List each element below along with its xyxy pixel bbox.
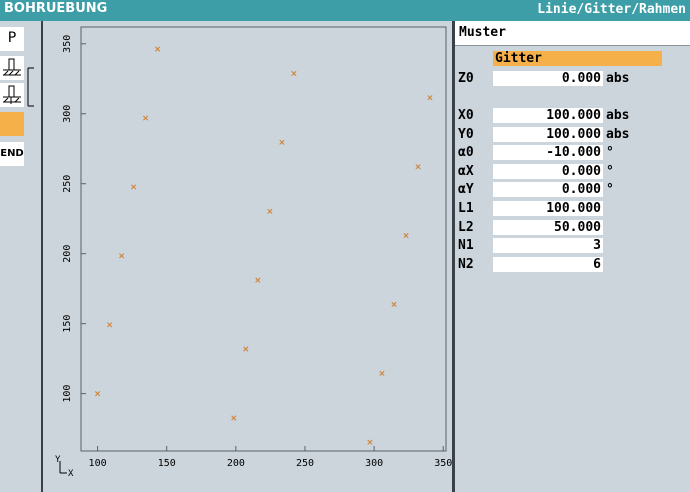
program-end-button[interactable]: END (0, 142, 24, 166)
param-row-z0: Z0 0.000 abs (455, 71, 690, 87)
pattern-block-button[interactable] (0, 112, 24, 136)
param-label: L2 (458, 220, 474, 235)
param-unit: ° (606, 182, 614, 197)
param-value-alpha0[interactable]: -10.000 (493, 145, 603, 160)
y-tick-label: 200 (62, 245, 73, 263)
y-tick-label: 350 (62, 35, 73, 53)
param-value-y0[interactable]: 100.000 (493, 127, 603, 142)
panel-header-divider (455, 45, 690, 46)
param-row-l2: L2 50.000 (455, 220, 690, 236)
param-value-alphax[interactable]: 0.000 (493, 164, 603, 179)
param-row-n2: N2 6 (455, 257, 690, 273)
y-tick-label: 300 (62, 105, 73, 123)
param-value-alphay[interactable]: 0.000 (493, 182, 603, 197)
param-value-x0[interactable]: 100.000 (493, 108, 603, 123)
y-tick-label: 150 (62, 315, 73, 333)
cycle-name: Linie/Gitter/Rahmen (537, 2, 686, 17)
param-row-l1: L1 100.000 (455, 201, 690, 217)
panel-header: Muster (455, 21, 690, 45)
program-header-button[interactable]: P (0, 27, 24, 51)
x-tick-label: 250 (296, 458, 314, 469)
param-label: αY (458, 182, 474, 197)
param-unit[interactable]: abs (606, 127, 629, 143)
param-unit: ° (606, 145, 614, 160)
panel-title: Muster (459, 25, 506, 40)
x-tick-label: 100 (89, 458, 107, 469)
y-tick-label: 250 (62, 175, 73, 193)
x-tick-label: 350 (434, 458, 452, 469)
param-row-alphay: αY 0.000 ° (455, 182, 690, 198)
param-label: Y0 (458, 127, 474, 142)
param-value-l2[interactable]: 50.000 (493, 220, 603, 235)
plot-frame (80, 26, 447, 452)
graphic-view: 100 150 200 250 300 350 100 150 200 250 300 350 Y X (43, 21, 452, 492)
param-row-alphax: αX 0.000 ° (455, 164, 690, 180)
program-end-label: END (0, 148, 24, 159)
param-row-alpha0: α0 -10.000 ° (455, 145, 690, 161)
param-label: αX (458, 164, 474, 179)
axis-glyph-x-label: X (68, 469, 74, 479)
param-row-x0: X0 100.000 abs (455, 108, 690, 124)
param-label: α0 (458, 145, 474, 160)
program-header-label: P (7, 30, 17, 46)
param-value-n1[interactable]: 3 (493, 238, 603, 253)
x-tick-label: 150 (158, 458, 176, 469)
x-tick-label: 300 (365, 458, 383, 469)
drill-cycle-icon (0, 56, 34, 107)
param-label: L1 (458, 201, 474, 216)
program-toolbar: P END (0, 21, 42, 492)
param-label: X0 (458, 108, 474, 123)
y-tick-label: 100 (62, 385, 73, 403)
param-row-n1: N1 3 (455, 238, 690, 254)
param-unit: ° (606, 164, 614, 179)
pattern-type-select[interactable]: Gitter (493, 51, 662, 66)
axis-glyph-y-label: Y (55, 455, 61, 465)
param-value-z0[interactable]: 0.000 (493, 71, 603, 86)
param-value-n2[interactable]: 6 (493, 257, 603, 272)
title-bar: BOHRUEBUNG Linie/Gitter/Rahmen (0, 0, 690, 21)
program-name: BOHRUEBUNG (4, 1, 108, 16)
param-label: N1 (458, 238, 474, 253)
param-label: N2 (458, 257, 474, 272)
x-tick-label: 200 (227, 458, 245, 469)
pattern-plot: 100 150 200 250 300 350 100 150 200 250 300 350 YX (55, 26, 452, 479)
parameter-panel: Muster Gitter Z0 0.000 abs X0 100.000 ab… (455, 21, 690, 492)
param-row-y0: Y0 100.000 abs (455, 127, 690, 143)
param-value-l1[interactable]: 100.000 (493, 201, 603, 216)
param-unit[interactable]: abs (606, 108, 629, 124)
param-label: Z0 (458, 71, 474, 86)
param-unit[interactable]: abs (606, 71, 629, 87)
drilling-block-group[interactable] (0, 56, 34, 108)
